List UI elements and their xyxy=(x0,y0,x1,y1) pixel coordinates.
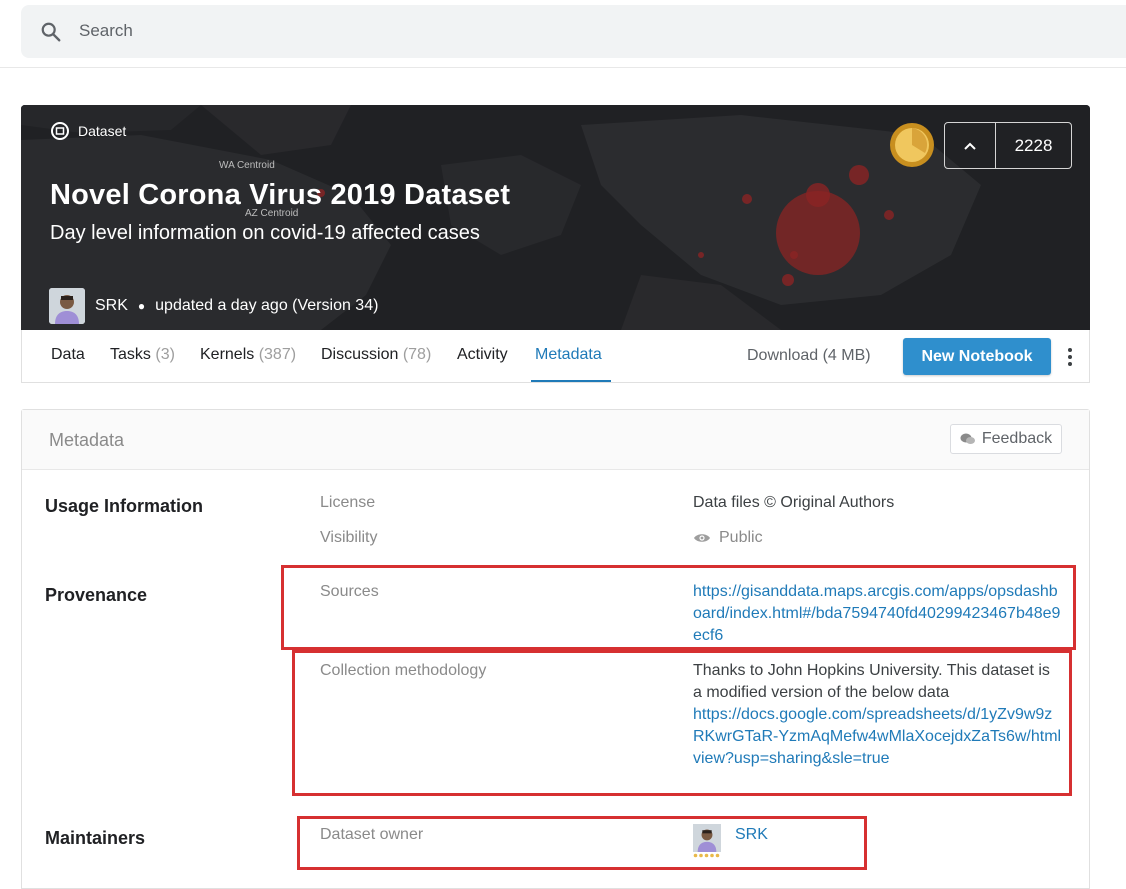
tab-data[interactable]: Data xyxy=(51,346,85,364)
tab-label: Kernels xyxy=(200,346,255,363)
active-tab-indicator xyxy=(531,380,611,382)
dataset-header: Dataset WA Centroid AZ Centroid Novel Co… xyxy=(21,105,1090,330)
more-options-icon[interactable] xyxy=(1063,346,1077,368)
tab-label: Data xyxy=(51,346,85,363)
dataset-tabs: Data Tasks (3) Kernels (387) Discussion … xyxy=(21,330,1090,383)
dataset-subtitle: Day level information on covid-19 affect… xyxy=(50,222,480,244)
chevron-up-icon xyxy=(964,142,976,150)
tab-label: Activity xyxy=(457,346,508,363)
tab-activity[interactable]: Activity xyxy=(457,346,508,364)
new-notebook-button[interactable]: New Notebook xyxy=(903,338,1051,375)
upvote-button[interactable] xyxy=(945,123,996,168)
tab-count: (78) xyxy=(402,346,432,363)
avatar[interactable] xyxy=(49,288,85,324)
feedback-label: Feedback xyxy=(981,430,1053,447)
author-name[interactable]: SRK xyxy=(95,297,128,315)
search-icon xyxy=(41,22,61,42)
tab-kernels[interactable]: Kernels (387) xyxy=(200,346,296,364)
top-bar xyxy=(0,0,1126,68)
tab-discussion[interactable]: Discussion (78) xyxy=(321,346,431,364)
tab-metadata[interactable]: Metadata xyxy=(535,346,602,364)
visibility-value-row: Public xyxy=(693,527,1063,549)
tab-label: Discussion xyxy=(321,346,399,363)
separator-dot: ● xyxy=(137,299,146,313)
chat-icon xyxy=(960,433,975,444)
usage-heading: Usage Information xyxy=(45,496,204,516)
gold-medal-icon xyxy=(890,123,934,167)
license-label: License xyxy=(320,494,376,511)
panel-header: Metadata Feedback xyxy=(22,410,1089,470)
panel-title: Metadata xyxy=(49,430,125,450)
updated-text: updated a day ago (Version 34) xyxy=(155,297,379,314)
tab-label: Metadata xyxy=(535,346,602,363)
visibility-value: Public xyxy=(719,529,763,546)
highlight-box-methodology xyxy=(292,650,1072,796)
maintainers-heading: Maintainers xyxy=(45,828,146,848)
license-value: Data files © Original Authors xyxy=(693,494,895,511)
tab-label: Tasks xyxy=(110,346,151,363)
dataset-badge: Dataset xyxy=(50,121,126,141)
feedback-button[interactable]: Feedback xyxy=(950,424,1062,454)
provenance-heading: Provenance xyxy=(45,585,148,605)
search-input[interactable] xyxy=(79,19,679,43)
download-button[interactable]: Download (4 MB) xyxy=(747,347,871,365)
map-label-wa: WA Centroid xyxy=(219,160,275,171)
vote-widget: 2228 xyxy=(944,122,1072,169)
highlight-box-owner xyxy=(297,816,867,870)
eye-icon xyxy=(694,534,710,542)
tab-count: (387) xyxy=(258,346,297,363)
visibility-label: Visibility xyxy=(320,529,378,546)
dataset-title: Novel Corona Virus 2019 Dataset xyxy=(50,179,511,211)
tab-tasks[interactable]: Tasks (3) xyxy=(110,346,175,364)
highlight-box-sources xyxy=(281,565,1076,650)
vote-count: 2228 xyxy=(1014,135,1053,155)
search-bar[interactable] xyxy=(21,5,1126,58)
dataset-badge-label: Dataset xyxy=(78,123,127,139)
author-line: SRK ● updated a day ago (Version 34) xyxy=(49,288,378,324)
dataset-icon xyxy=(51,122,69,140)
tab-count: (3) xyxy=(155,346,175,363)
